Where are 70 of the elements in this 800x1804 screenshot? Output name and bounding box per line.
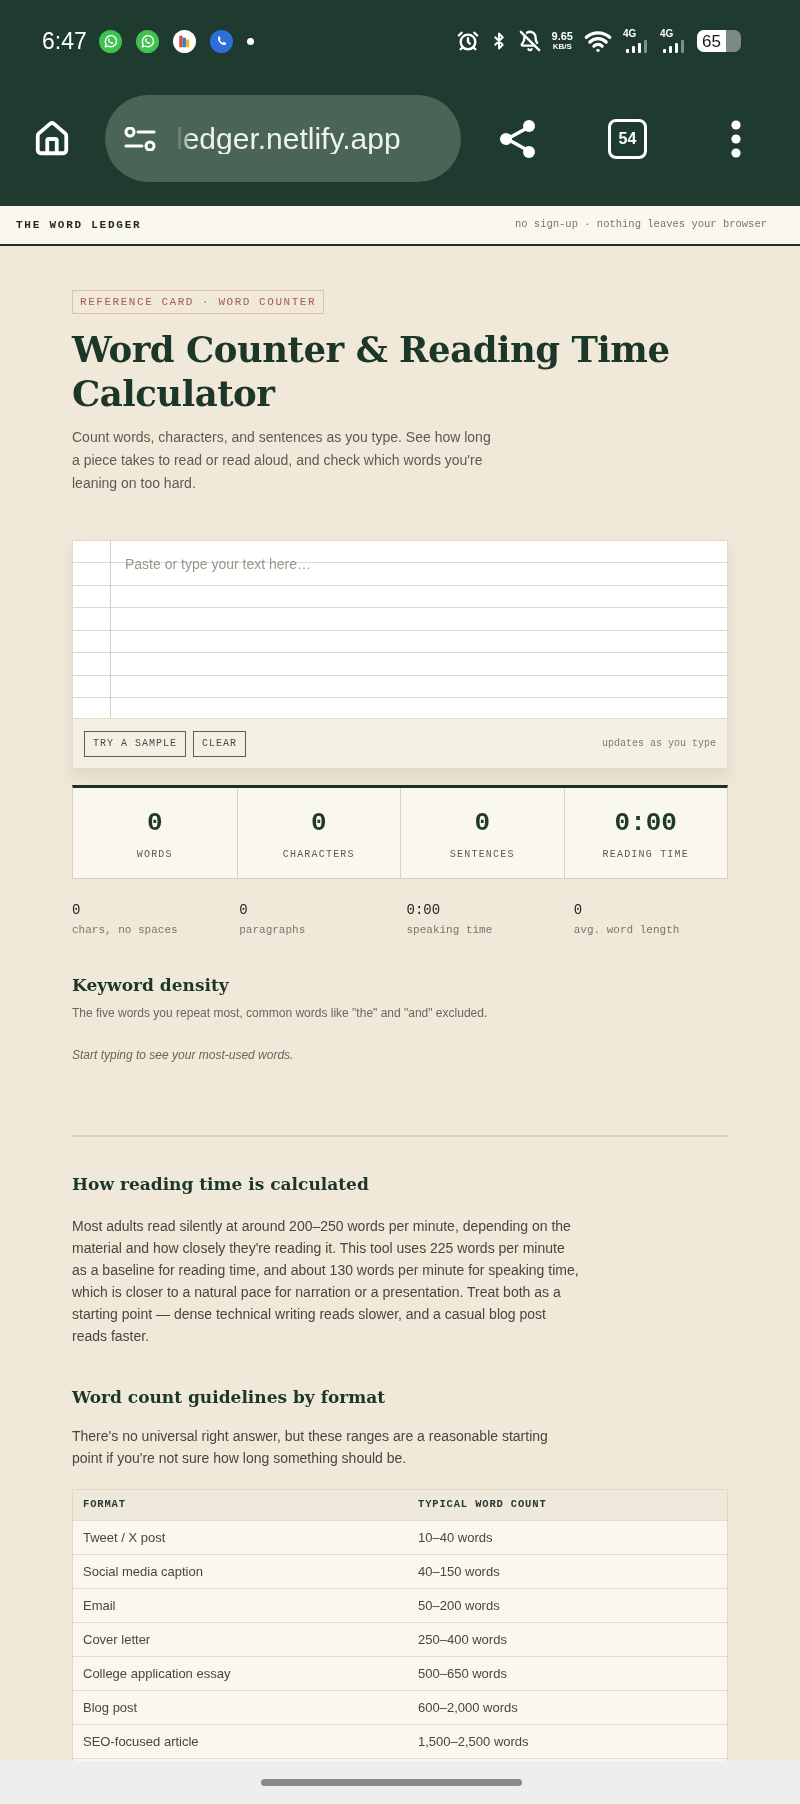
column-header: FORMAT	[82, 1497, 127, 1513]
bell-off-icon	[518, 30, 541, 52]
stat-label: WORDS	[136, 849, 173, 861]
phone-icon	[209, 29, 233, 53]
clear-button[interactable]: CLEAR	[193, 730, 247, 757]
body-paragraph: There's no universal right answer, but these ranges are a reasonable starting point if you're not sure how long something should be.	[72, 1427, 549, 1468]
battery-percentage: 65	[702, 30, 721, 52]
stat-label: speaking time	[406, 923, 493, 937]
alarm-clock-icon	[456, 30, 479, 52]
network-type-label: 4G	[623, 29, 637, 39]
stat-value: 0	[72, 901, 81, 919]
tab-count-button[interactable]: 54	[608, 118, 647, 159]
intro-paragraph: Count words, characters, and sentences as you type. See how long a piece takes to read or read aloud, and check which words you're leaning on too hard.	[72, 428, 492, 493]
update-hint: updates as you type	[601, 737, 716, 751]
stat-label: avg. word length	[573, 923, 680, 937]
table-cell-text: 250–400 words	[417, 1630, 508, 1649]
column-header: TYPICAL WORD COUNT	[417, 1497, 548, 1513]
table-cell-text: College application essay	[82, 1664, 232, 1683]
stat-label: READING TIME	[602, 849, 689, 861]
clock-time: 6:47	[42, 29, 87, 53]
section-description: The five words you repeat most, common words like "the" and "and" excluded.	[72, 1005, 489, 1021]
signal-bars-icon	[623, 40, 649, 53]
stat-value: 0:00	[406, 901, 441, 919]
page-title: Word Counter & Reading Time Calculator	[72, 328, 671, 416]
share-icon[interactable]	[498, 118, 538, 159]
section-heading: Word count guidelines by format	[72, 1386, 387, 1409]
site-tagline: no sign-up · nothing leaves your browser	[514, 217, 767, 233]
section-heading: Keyword density	[72, 974, 230, 997]
table-cell-text: Email	[82, 1596, 117, 1615]
stat-value: 0	[573, 901, 583, 919]
table-cell-text: 500–650 words	[417, 1664, 508, 1683]
chat-bubble-icon	[135, 29, 159, 53]
stat-label: paragraphs	[239, 923, 306, 937]
network-speed-value: 9.65	[551, 31, 573, 42]
stat-value: 0	[474, 808, 491, 838]
home-icon[interactable]	[33, 119, 71, 158]
notification-dot-icon	[246, 37, 254, 45]
stat-value: 0	[310, 808, 327, 838]
stat-value: 0:00	[614, 808, 677, 838]
network-type-label: 4G	[660, 29, 674, 39]
more-options-icon[interactable]	[731, 119, 741, 158]
table-cell-text: 50–200 words	[417, 1596, 501, 1615]
section-badge: REFERENCE CARD · WORD COUNTER	[72, 290, 325, 314]
site-brand[interactable]: THE WORD LEDGER	[16, 216, 142, 234]
table-cell-text: 1,500–2,500 words	[417, 1732, 530, 1751]
body-paragraph: Most adults read silently at around 200–250 words per minute, depending on the material and how closely they're reading it. This tool uses 225 words per minute as a baseline for reading time, and about 130 words per minute for speaking time, which is closer to a natural pace for narration or a presentation. Treat both as a starting point — dense technical writing reads slower, and a casual blog post reads faster.	[72, 1217, 580, 1346]
table-cell-text: Cover letter	[82, 1630, 152, 1649]
sample-button[interactable]: TRY A SAMPLE	[84, 730, 186, 757]
app-logo-icon	[172, 29, 196, 53]
section-heading: How reading time is calculated	[72, 1173, 370, 1196]
signal-bars-icon	[660, 40, 686, 53]
stat-label: SENTENCES	[449, 849, 515, 861]
empty-state-message: Start typing to see your most-used words.	[72, 1047, 295, 1063]
table-cell-text: 600–2,000 words	[417, 1698, 519, 1717]
table-cell-text: SEO-focused article	[82, 1732, 200, 1751]
table-cell-text: 40–150 words	[417, 1562, 501, 1581]
stat-label: CHARACTERS	[282, 849, 355, 861]
table-cell-text: Tweet / X post	[82, 1528, 167, 1547]
stat-value: 0	[146, 808, 163, 838]
text-input-field[interactable]: Paste or type your text here…	[73, 541, 727, 718]
network-speed-unit: KB/S	[552, 42, 572, 51]
chat-bubble-icon	[98, 29, 122, 53]
table-cell-text: Social media caption	[82, 1562, 204, 1581]
table-cell-text: Blog post	[82, 1698, 139, 1717]
url-text: ledger.netlify.app	[176, 123, 401, 154]
sliders-icon	[124, 126, 156, 151]
table-cell-text: 10–40 words	[417, 1528, 494, 1547]
address-bar[interactable]: ledger.netlify.app	[105, 95, 461, 182]
stat-value: 0	[239, 901, 248, 919]
stat-label: chars, no spaces	[72, 923, 178, 937]
